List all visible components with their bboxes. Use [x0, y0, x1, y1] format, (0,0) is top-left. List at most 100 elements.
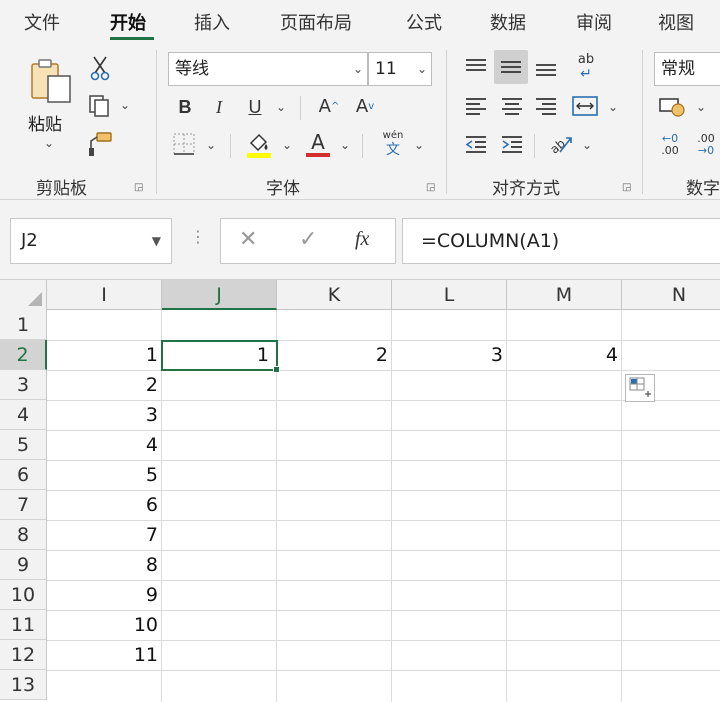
column-header-l[interactable]: L	[392, 280, 507, 310]
font-size-select[interactable]: 11 ⌄	[368, 52, 432, 86]
insert-function-icon[interactable]: fx	[355, 228, 369, 251]
tab-review[interactable]: 审阅	[576, 9, 612, 35]
name-box[interactable]: J2 ▼	[10, 218, 172, 264]
formula-bar-grip-icon[interactable]: ⋮	[190, 228, 206, 246]
grow-font-button[interactable]: A ^	[314, 92, 344, 120]
cell-l2[interactable]: 3	[392, 340, 507, 370]
enter-icon[interactable]: ✓	[299, 227, 317, 252]
tab-file[interactable]: 文件	[24, 9, 60, 35]
align-middle-icon[interactable]	[494, 50, 528, 84]
row-header-10[interactable]: 10	[0, 580, 47, 610]
shrink-font-button[interactable]: Av	[350, 92, 380, 120]
tab-formulas[interactable]: 公式	[406, 9, 442, 35]
borders-icon[interactable]	[170, 130, 198, 158]
bold-button[interactable]: B	[172, 94, 198, 120]
cell-i7[interactable]: 6	[47, 490, 162, 520]
cancel-icon[interactable]: ✕	[239, 227, 257, 252]
tab-insert[interactable]: 插入	[194, 9, 230, 35]
orientation-dropdown-icon[interactable]: ⌄	[582, 138, 592, 152]
row-header-13[interactable]: 13	[0, 670, 47, 700]
paste-dropdown-icon[interactable]: ⌄	[44, 136, 54, 150]
decrease-indent-icon[interactable]	[460, 130, 492, 158]
font-name-select[interactable]: 等线 ⌄	[168, 52, 368, 86]
underline-button[interactable]: U	[242, 94, 268, 120]
increase-decimal-button[interactable]: ←0 .00	[656, 130, 684, 160]
phonetic-bottom-glyph: 文	[386, 142, 400, 158]
divider	[230, 134, 231, 158]
row-header-7[interactable]: 7	[0, 490, 47, 520]
row-header-8[interactable]: 8	[0, 520, 47, 550]
column-header-k[interactable]: K	[277, 280, 392, 310]
cell-i2[interactable]: 1	[47, 340, 162, 370]
align-right-icon[interactable]	[530, 92, 562, 120]
group-divider	[156, 50, 157, 194]
phonetic-dropdown-icon[interactable]: ⌄	[414, 138, 424, 152]
merge-dropdown-icon[interactable]: ⌄	[608, 100, 618, 114]
paste-icon[interactable]	[26, 56, 76, 106]
copy-icon[interactable]	[86, 92, 112, 120]
italic-button[interactable]: I	[206, 94, 232, 120]
row-header-1[interactable]: 1	[0, 310, 47, 340]
wrap-text-button[interactable]: ab ↵	[568, 50, 604, 84]
cell-i6[interactable]: 5	[47, 460, 162, 490]
fill-color-dropdown-icon[interactable]: ⌄	[282, 138, 292, 152]
cut-icon[interactable]	[88, 54, 112, 82]
paste-label[interactable]: 粘贴	[28, 110, 62, 135]
increase-indent-icon[interactable]	[496, 130, 528, 158]
alignment-launcher-icon[interactable]: ◲	[622, 182, 631, 193]
column-header-m[interactable]: M	[507, 280, 622, 310]
cell-i3[interactable]: 2	[47, 370, 162, 400]
row-header-6[interactable]: 6	[0, 460, 47, 490]
ribbon-tabs: 文件 开始 插入 页面布局 公式 数据 审阅 视图	[0, 0, 720, 44]
orientation-icon[interactable]: ab	[546, 130, 576, 158]
clipboard-launcher-icon[interactable]: ◲	[134, 182, 143, 193]
column-header-n[interactable]: N	[622, 280, 720, 310]
decrease-decimal-button[interactable]: .00 →0	[692, 130, 720, 160]
underline-dropdown-icon[interactable]: ⌄	[276, 100, 286, 114]
row-header-5[interactable]: 5	[0, 430, 47, 460]
cell-i10[interactable]: 9	[47, 580, 162, 610]
tab-data[interactable]: 数据	[490, 9, 526, 35]
accounting-dropdown-icon[interactable]: ⌄	[696, 100, 706, 114]
cell-i11[interactable]: 10	[47, 610, 162, 640]
font-color-button[interactable]: A	[304, 128, 332, 160]
cell-i9[interactable]: 8	[47, 550, 162, 580]
select-all-triangle-icon	[28, 292, 42, 306]
row-header-4[interactable]: 4	[0, 400, 47, 430]
align-top-icon[interactable]	[460, 52, 492, 82]
row-header-11[interactable]: 11	[0, 610, 47, 640]
tab-page-layout[interactable]: 页面布局	[280, 9, 352, 35]
cell-i4[interactable]: 3	[47, 400, 162, 430]
format-painter-icon[interactable]	[86, 130, 114, 158]
font-launcher-icon[interactable]: ◲	[426, 182, 435, 193]
cell-i12[interactable]: 11	[47, 640, 162, 670]
fill-handle[interactable]	[273, 366, 280, 373]
cell-i5[interactable]: 4	[47, 430, 162, 460]
tab-view[interactable]: 视图	[658, 9, 694, 35]
cell-m2[interactable]: 4	[507, 340, 622, 370]
merge-center-icon[interactable]	[568, 92, 602, 120]
row-header-3[interactable]: 3	[0, 370, 47, 400]
auto-fill-options-icon[interactable]	[625, 374, 655, 402]
align-center-icon[interactable]	[496, 92, 528, 120]
borders-dropdown-icon[interactable]: ⌄	[206, 138, 216, 152]
phonetic-guide-button[interactable]: wén 文	[378, 128, 408, 160]
number-format-select[interactable]: 常规	[654, 52, 720, 86]
row-header-2[interactable]: 2	[0, 340, 47, 370]
formula-input[interactable]: =COLUMN(A1)	[402, 218, 720, 264]
align-left-icon[interactable]	[460, 92, 492, 120]
accounting-format-icon[interactable]	[656, 92, 688, 120]
select-all-button[interactable]	[0, 280, 47, 310]
column-header-j[interactable]: J	[162, 280, 277, 310]
font-color-dropdown-icon[interactable]: ⌄	[340, 138, 350, 152]
row-header-9[interactable]: 9	[0, 550, 47, 580]
cell-k2[interactable]: 2	[277, 340, 392, 370]
align-bottom-icon[interactable]	[530, 52, 562, 82]
cell-i8[interactable]: 7	[47, 520, 162, 550]
row-header-12[interactable]: 12	[0, 640, 47, 670]
worksheet-grid[interactable]: I J K L M N 1 2 3 4 5 6 7 8 9 10 11 12 1…	[0, 280, 720, 702]
tab-home[interactable]: 开始	[110, 9, 146, 35]
fill-color-icon[interactable]	[244, 128, 274, 160]
column-header-i[interactable]: I	[47, 280, 162, 310]
copy-dropdown-icon[interactable]: ⌄	[120, 98, 130, 112]
